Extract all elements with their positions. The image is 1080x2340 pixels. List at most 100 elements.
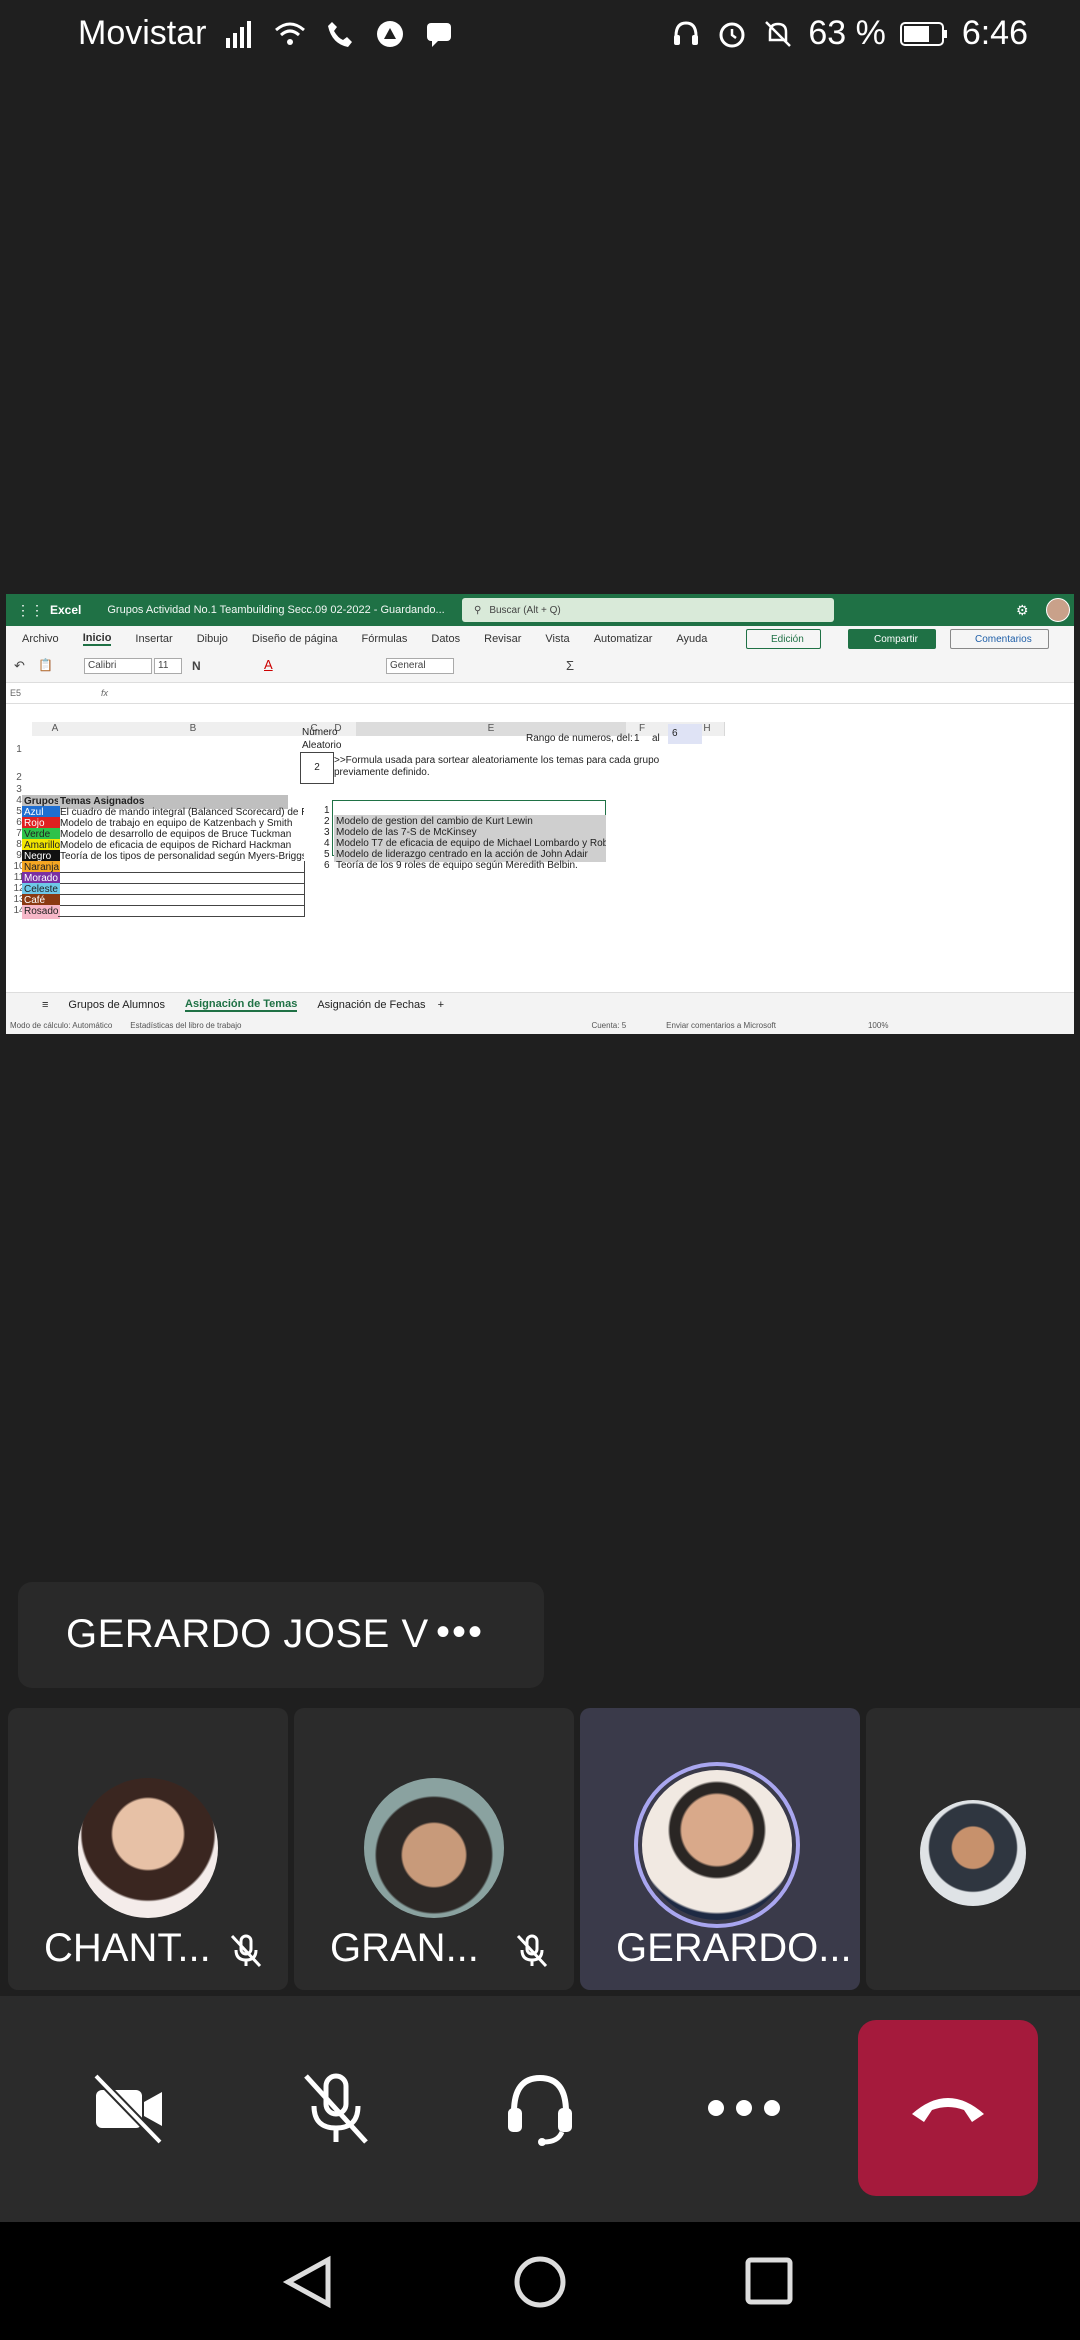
undo-icon[interactable]: ↶: [14, 658, 25, 674]
add-sheet-icon[interactable]: +: [438, 999, 444, 1011]
android-nav-bar: [0, 2222, 1080, 2340]
recents-icon[interactable]: [744, 2256, 794, 2306]
menu-datos[interactable]: Datos: [431, 633, 460, 645]
participant-strip: CHANT... GRAN... GERARDO...: [0, 1708, 1080, 1990]
menu-archivo[interactable]: Archivo: [22, 633, 59, 645]
menu-vista[interactable]: Vista: [545, 633, 569, 645]
app-launcher-icon[interactable]: ⋮⋮: [16, 602, 44, 619]
random-number-label: Número: [302, 727, 338, 738]
menu-dibujo[interactable]: Dibujo: [197, 633, 228, 645]
paste-icon[interactable]: 📋: [38, 658, 53, 672]
range-to-label: al: [652, 733, 660, 744]
drive-icon: [377, 20, 404, 47]
row-number[interactable]: 3: [6, 784, 32, 795]
excel-status-bar: Modo de cálculo: Automático Estadísticas…: [6, 1016, 1074, 1034]
number-format-select[interactable]: General: [386, 658, 454, 674]
chat-icon: [427, 22, 452, 47]
carrier-name: Movistar: [78, 14, 207, 52]
name-box[interactable]: E5: [10, 688, 21, 698]
home-icon[interactable]: [512, 2254, 568, 2310]
col-header-b[interactable]: B: [78, 722, 309, 736]
excel-title-bar: ⋮⋮ Excel Grupos Actividad No.1 Teambuild…: [6, 594, 1074, 626]
bold-button[interactable]: N: [192, 659, 201, 673]
phone-icon: [328, 21, 353, 47]
share-button[interactable]: Compartir: [848, 629, 936, 649]
menu-formulas[interactable]: Fórmulas: [362, 633, 408, 645]
sum-icon[interactable]: Σ: [566, 658, 574, 673]
participant-avatar: [920, 1800, 1026, 1906]
menu-automatizar[interactable]: Automatizar: [594, 633, 653, 645]
camera-off-icon[interactable]: [90, 2068, 170, 2148]
alarm-icon: [719, 22, 745, 47]
sheet-menu-icon[interactable]: ≡: [42, 999, 48, 1011]
participant-tile[interactable]: GRAN...: [294, 1708, 574, 1990]
col-header-a[interactable]: A: [32, 722, 79, 736]
more-options-icon[interactable]: •••: [436, 1610, 484, 1655]
group-topic-cell[interactable]: [58, 905, 305, 917]
account-avatar[interactable]: [1046, 598, 1070, 622]
signal-icon: [226, 20, 252, 48]
menu-diseno[interactable]: Diseño de página: [252, 633, 338, 645]
document-title: Grupos Actividad No.1 Teambuilding Secc.…: [107, 604, 445, 616]
row-number[interactable]: 2: [6, 772, 32, 783]
font-size-select[interactable]: 11: [154, 658, 182, 674]
spreadsheet-grid[interactable]: A B C D E F G H 1 2 3 4 5 6 7 8 9 10 11 …: [6, 722, 1074, 992]
group-topic-cell[interactable]: El cuadro de mando integral (Balanced Sc…: [58, 806, 304, 817]
participant-name: GERARDO...: [616, 1926, 852, 1970]
menu-inicio[interactable]: Inicio: [82, 632, 112, 646]
group-topic-cell[interactable]: Modelo de trabajo en equipo de Katzenbac…: [58, 817, 304, 828]
random-number-label-2: Aleatorio: [302, 740, 342, 751]
group-topic-cell[interactable]: Modelo de desarrollo de equipos de Bruce…: [58, 828, 304, 839]
microphone-off-icon[interactable]: [296, 2068, 376, 2148]
tab-grupos-alumnos[interactable]: Grupos de Alumnos: [68, 999, 165, 1011]
group-color-cell[interactable]: Rosado: [22, 905, 60, 919]
row-number[interactable]: 1: [6, 744, 32, 755]
calc-mode: Modo de cálculo: Automático: [10, 1020, 113, 1030]
participant-avatar: [364, 1778, 504, 1918]
random-number-cell[interactable]: 2: [300, 752, 334, 784]
participant-tile[interactable]: [866, 1708, 1080, 1990]
send-feedback[interactable]: Enviar comentarios a Microsoft: [666, 1021, 776, 1030]
group-topic-cell[interactable]: Teoría de los tipos de personalidad segú…: [58, 850, 304, 861]
selection-count: Cuenta: 5: [591, 1020, 627, 1030]
more-actions-icon[interactable]: [704, 2068, 784, 2148]
participant-name: GRAN...: [330, 1926, 479, 1970]
workbook-stats[interactable]: Estadísticas del libro de trabajo: [130, 1021, 241, 1030]
menu-insertar[interactable]: Insertar: [135, 633, 172, 645]
font-name-select[interactable]: Calibri: [84, 658, 152, 674]
wifi-icon: [275, 22, 306, 45]
participant-avatar: [642, 1770, 792, 1920]
headset-audio-icon[interactable]: [500, 2068, 580, 2148]
fx-icon: fx: [101, 688, 109, 698]
participant-tile[interactable]: CHANT...: [8, 1708, 288, 1990]
gear-icon[interactable]: ⚙: [1016, 602, 1029, 619]
hang-up-button[interactable]: [858, 2020, 1038, 2196]
formula-note-2: previamente definido.: [334, 767, 430, 778]
excel-app-name: Excel: [50, 603, 82, 617]
editing-mode-button[interactable]: Edición: [746, 629, 821, 649]
bell-off-icon: [765, 20, 792, 47]
search-input[interactable]: ⚲ Buscar (Alt + Q): [462, 598, 834, 622]
shared-screen-excel: ⋮⋮ Excel Grupos Actividad No.1 Teambuild…: [6, 594, 1074, 1034]
tab-asignacion-fechas[interactable]: Asignación de Fechas: [317, 999, 425, 1011]
comments-button[interactable]: Comentarios: [950, 629, 1049, 649]
group-topic-cell[interactable]: Modelo de eficacia de equipos de Richard…: [58, 839, 304, 850]
active-speaker-label[interactable]: GERARDO JOSE V •••: [18, 1582, 544, 1688]
battery-icon: [899, 21, 947, 46]
formula-bar[interactable]: E5 fx: [6, 683, 1074, 704]
mic-off-icon: [230, 1934, 262, 1968]
menu-ayuda[interactable]: Ayuda: [676, 633, 707, 645]
clock: 6:46: [961, 14, 1028, 52]
topic-text[interactable]: Teoría de los 9 roles de equipo según Me…: [334, 859, 606, 873]
headset-icon: [674, 20, 699, 45]
topic-number[interactable]: 6: [324, 859, 330, 873]
zoom-level[interactable]: 100%: [868, 1021, 888, 1030]
menu-revisar[interactable]: Revisar: [484, 633, 521, 645]
sheet-tabs: ≡ Grupos de Alumnos Asignación de Temas …: [6, 992, 1074, 1017]
participant-tile-active[interactable]: GERARDO...: [580, 1708, 860, 1990]
tab-asignacion-temas[interactable]: Asignación de Temas: [185, 998, 298, 1012]
back-icon[interactable]: [282, 2254, 334, 2310]
range-to[interactable]: 6: [668, 724, 702, 744]
range-from[interactable]: 1: [634, 732, 640, 746]
font-color-icon[interactable]: A: [264, 657, 273, 672]
